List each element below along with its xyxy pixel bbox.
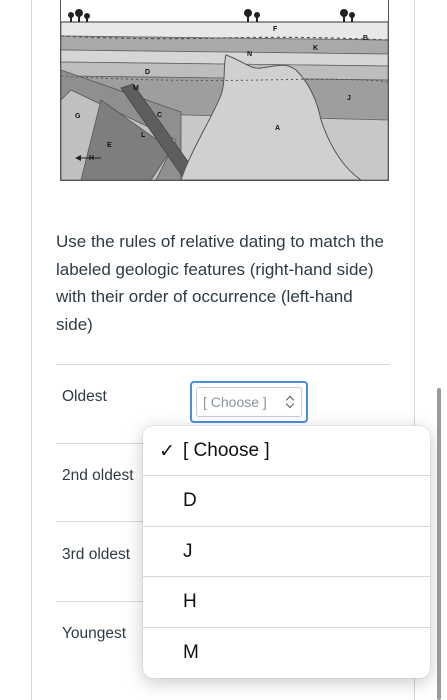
diagram-label: N bbox=[247, 51, 252, 58]
row-label-oldest: Oldest bbox=[62, 388, 107, 405]
diagram-label: E bbox=[107, 142, 112, 149]
option-label: M bbox=[183, 642, 199, 663]
dropdown-option-j[interactable]: J bbox=[143, 527, 430, 577]
diagram-label: K bbox=[313, 45, 318, 52]
dropdown-option-h[interactable]: H bbox=[143, 577, 430, 627]
diagram-label: A bbox=[275, 125, 280, 132]
diagram-label: M bbox=[133, 85, 139, 92]
checkmark-icon: ✓ bbox=[159, 440, 175, 462]
diagram-label: B bbox=[363, 35, 368, 42]
row-label-youngest: Youngest bbox=[62, 625, 127, 642]
option-label: D bbox=[183, 490, 197, 511]
geologic-cross-section-diagram: F N K B D M C G L E H J A bbox=[60, 0, 389, 181]
chevron-updown-icon bbox=[286, 396, 295, 408]
question-instructions: Use the rules of relative dating to matc… bbox=[56, 232, 384, 334]
page-scrollbar[interactable] bbox=[437, 388, 441, 700]
option-label: J bbox=[183, 541, 193, 562]
diagram-label: G bbox=[75, 113, 81, 120]
divider bbox=[56, 601, 146, 602]
divider bbox=[56, 443, 146, 444]
diagram-label: L bbox=[141, 132, 146, 139]
divider bbox=[56, 521, 146, 522]
row-label-2nd-oldest: 2nd oldest bbox=[62, 467, 134, 484]
diagram-label: J bbox=[347, 95, 351, 102]
diagram-label: C bbox=[157, 112, 162, 119]
row-label-3rd-oldest: 3rd oldest bbox=[62, 546, 131, 563]
tree-icon bbox=[68, 9, 355, 22]
select-options-dropdown: ✓ [ Choose ] D J H M bbox=[143, 426, 430, 678]
select-value: [ Choose ] bbox=[203, 394, 267, 410]
divider bbox=[56, 364, 390, 365]
option-label: [ Choose ] bbox=[183, 440, 270, 461]
answer-select-oldest[interactable]: [ Choose ] bbox=[190, 381, 308, 423]
diagram-label: D bbox=[145, 69, 150, 76]
dropdown-option-m[interactable]: M bbox=[143, 628, 430, 678]
option-label: H bbox=[183, 591, 197, 612]
diagram-label: H bbox=[89, 155, 94, 162]
dropdown-option-choose[interactable]: ✓ [ Choose ] bbox=[143, 426, 430, 476]
dropdown-option-d[interactable]: D bbox=[143, 476, 430, 526]
diagram-label: F bbox=[273, 26, 278, 33]
